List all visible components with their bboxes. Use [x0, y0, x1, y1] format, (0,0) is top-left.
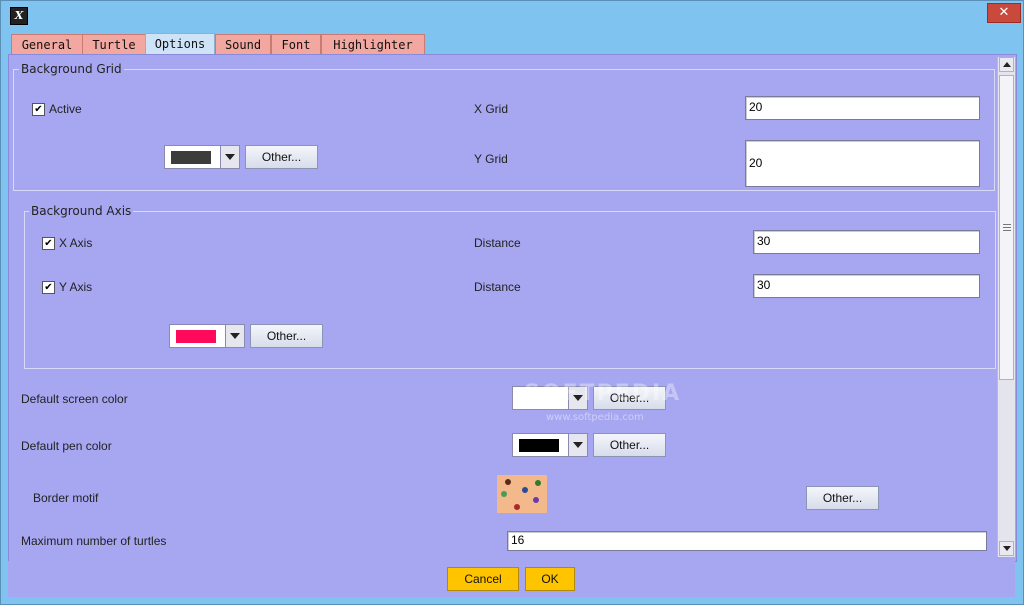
background-grid-title: Background Grid — [19, 62, 124, 76]
scroll-thumb[interactable] — [999, 75, 1014, 380]
border-motif-label: Border motif — [33, 491, 99, 505]
grip-line — [1003, 230, 1011, 231]
pen-color-swatch — [519, 439, 559, 452]
background-axis-title: Background Axis — [29, 204, 134, 218]
y-grid-input[interactable]: 20 — [745, 140, 980, 187]
y-axis-checkbox[interactable]: ✔ — [42, 281, 55, 294]
tab-options[interactable]: Options — [145, 33, 215, 55]
footer-bar: Cancel OK — [8, 561, 1015, 597]
turtle-icon — [533, 497, 539, 503]
chevron-down-icon — [573, 442, 583, 448]
pen-color-other-button[interactable]: Other... — [593, 433, 666, 457]
turtle-icon — [522, 487, 528, 493]
pen-color-label: Default pen color — [21, 439, 112, 453]
grid-color-dropdown-button[interactable] — [220, 146, 239, 168]
grip-line — [1003, 224, 1011, 225]
softpedia-watermark: SOFTPEDIA — [524, 381, 682, 406]
grid-color-combo[interactable] — [164, 145, 240, 169]
axis-color-other-button[interactable]: Other... — [250, 324, 323, 348]
x-grid-label: X Grid — [474, 102, 509, 116]
turtle-icon — [501, 491, 507, 497]
scroll-up-button[interactable] — [999, 57, 1014, 72]
x-grid-input[interactable]: 20 — [745, 96, 980, 120]
y-axis-distance-input[interactable]: 30 — [753, 274, 980, 298]
softpedia-watermark-url: www.softpedia.com — [546, 412, 644, 423]
close-button[interactable]: ✕ — [987, 3, 1021, 23]
max-turtles-input[interactable]: 16 — [507, 531, 987, 551]
pen-color-combo[interactable] — [512, 433, 588, 457]
axis-color-dropdown-button[interactable] — [225, 325, 244, 347]
x-axis-label: X Axis — [59, 236, 93, 250]
options-content: Background Grid ✔ Active X Grid 20 Other… — [9, 55, 997, 561]
tab-general[interactable]: General — [11, 34, 83, 54]
pen-color-dropdown-button[interactable] — [568, 434, 587, 456]
x-axis-distance-input[interactable]: 30 — [753, 230, 980, 254]
grid-color-other-button[interactable]: Other... — [245, 145, 318, 169]
axis-color-swatch — [176, 330, 216, 343]
turtle-icon — [505, 479, 511, 485]
chevron-down-icon — [230, 333, 240, 339]
arrow-up-icon — [1003, 62, 1011, 67]
border-motif-preview — [497, 475, 547, 513]
tab-turtle[interactable]: Turtle — [82, 34, 146, 54]
tab-sound[interactable]: Sound — [215, 34, 271, 54]
scroll-down-button[interactable] — [999, 541, 1014, 556]
border-motif-other-button[interactable]: Other... — [806, 486, 879, 510]
turtle-icon — [535, 480, 541, 486]
app-icon: X — [10, 7, 28, 25]
vertical-scrollbar[interactable] — [997, 57, 1015, 557]
ok-button[interactable]: OK — [525, 567, 575, 591]
screen-color-label: Default screen color — [21, 392, 128, 406]
x-axis-distance-label: Distance — [474, 236, 521, 250]
y-grid-label: Y Grid — [474, 152, 508, 166]
x-axis-checkbox[interactable]: ✔ — [42, 237, 55, 250]
options-panel: Background Grid ✔ Active X Grid 20 Other… — [8, 54, 1017, 562]
max-turtles-label: Maximum number of turtles — [21, 534, 167, 548]
tab-highlighter[interactable]: Highlighter — [321, 34, 425, 54]
cancel-button[interactable]: Cancel — [447, 567, 519, 591]
grip-line — [1003, 227, 1011, 228]
y-axis-label: Y Axis — [59, 280, 93, 294]
grid-color-swatch — [171, 151, 211, 164]
tab-font[interactable]: Font — [271, 34, 321, 54]
axis-color-combo[interactable] — [169, 324, 245, 348]
y-axis-distance-label: Distance — [474, 280, 521, 294]
arrow-down-icon — [1003, 546, 1011, 551]
chevron-down-icon — [225, 154, 235, 160]
turtle-icon — [514, 504, 520, 510]
grid-active-label: Active — [49, 102, 82, 116]
grid-active-checkbox[interactable]: ✔ — [32, 103, 45, 116]
